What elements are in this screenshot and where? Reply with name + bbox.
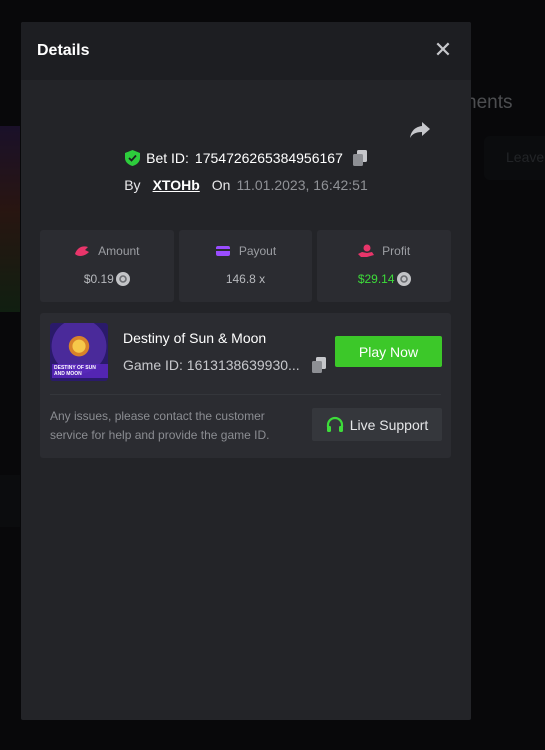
profit-label: Profit: [382, 244, 411, 258]
payout-icon: [215, 246, 230, 256]
copy-icon[interactable]: [352, 150, 367, 166]
stat-amount: Amount $0.19: [40, 230, 174, 302]
shield-check-icon: [125, 150, 141, 166]
by-label: By: [124, 177, 141, 193]
amount-label: Amount: [98, 244, 140, 258]
bet-id-label: Bet ID:: [146, 150, 189, 166]
live-support-button[interactable]: Live Support: [312, 408, 442, 441]
stat-payout: Payout 146.8 x: [178, 230, 313, 302]
amount-icon: [75, 246, 90, 257]
profit-icon: [358, 244, 375, 257]
game-thumbnail-text: Destiny of Sun and Moon: [52, 364, 108, 378]
bet-id-row: Bet ID: 1754726265384956167: [21, 150, 471, 166]
coin-icon: [115, 272, 130, 286]
coin-icon: [396, 272, 411, 286]
bet-meta-row: By XTOHb On 11.01.2023, 16:42:51: [21, 177, 471, 193]
stat-profit: Profit $29.14: [317, 230, 452, 302]
game-id-row: Game ID: 1613138639930...: [123, 357, 326, 373]
bet-date: 11.01.2023, 16:42:51: [236, 177, 368, 193]
share-icon[interactable]: [409, 120, 431, 140]
bet-id-value: 1754726265384956167: [194, 150, 343, 166]
payout-label: Payout: [238, 244, 277, 258]
stats-row: Amount $0.19 Payout 146.8 x Profit $29.1…: [40, 230, 452, 302]
headset-icon: [326, 416, 343, 432]
modal-title: Details: [37, 42, 90, 59]
play-now-button[interactable]: Play Now: [335, 336, 442, 367]
payout-value: 146.8 x: [225, 272, 266, 286]
modal-header: Details ✕: [21, 22, 471, 80]
game-id-value: 1613138639930...: [186, 357, 300, 373]
profit-value: $29.14: [357, 272, 395, 286]
support-message: Any issues, please contact the customer …: [50, 409, 270, 442]
game-card: Destiny of Sun and Moon Destiny of Sun &…: [40, 313, 451, 458]
copy-game-id-icon[interactable]: [311, 357, 326, 373]
on-label: On: [211, 177, 231, 193]
amount-value: $0.19: [83, 272, 114, 286]
card-divider: [50, 394, 441, 395]
close-button[interactable]: ✕: [431, 39, 455, 63]
game-name: Destiny of Sun & Moon: [123, 330, 267, 346]
game-thumbnail[interactable]: Destiny of Sun and Moon: [50, 323, 108, 381]
live-support-label: Live Support: [349, 416, 429, 433]
details-modal: Details ✕ Bet ID: 1754726265384956167 By…: [21, 22, 471, 720]
game-id-label: Game ID:: [123, 357, 183, 373]
user-link[interactable]: XTOHb: [153, 177, 200, 193]
